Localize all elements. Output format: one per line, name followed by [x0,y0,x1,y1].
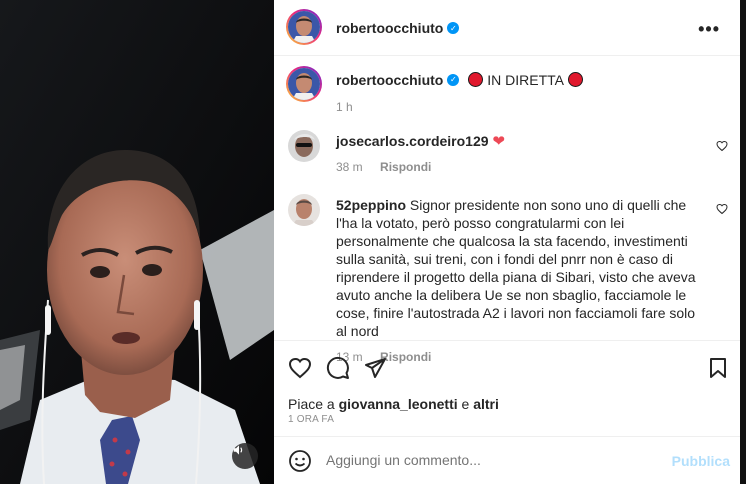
caption-verified-badge-icon: ✓ [447,73,460,86]
avatar[interactable] [288,11,320,43]
live-dot-icon [568,72,584,88]
like-comment-heart-icon[interactable] [716,203,728,215]
comment-text: ❤ [492,133,505,150]
window-edge [740,0,746,484]
comment-avatar-image [288,130,320,162]
caption-text: IN DIRETTA [487,72,564,88]
comment-username[interactable]: josecarlos.cordeiro129 [336,133,489,149]
verified-badge-icon: ✓ [447,22,460,35]
post-date: 1 ORA FA [288,414,335,425]
header-username[interactable]: robertoocchiuto ✓ [336,20,460,36]
likes-user[interactable]: giovanna_leonetti [339,396,458,412]
likes-conj: e [461,396,470,412]
publish-button[interactable]: Pubblica [672,453,730,469]
comment-avatar[interactable] [288,130,320,162]
save-bookmark-icon[interactable] [706,356,730,380]
post-header: robertoocchiuto ✓ ••• [274,0,740,56]
comment-input[interactable] [326,452,646,468]
speaker-icon [233,445,243,455]
caption-avatar-image [288,68,320,100]
comment-avatar-image [288,194,320,226]
comment-bubble-icon[interactable] [326,356,350,380]
comment-item: 52peppino Signor presidente non sono uno… [288,194,728,364]
like-comment-heart-icon[interactable] [716,140,728,152]
comment-body: josecarlos.cordeiro129 ❤ 38 m Rispondi [336,132,706,176]
comment-text: Signor presidente non sono uno di quelli… [336,197,696,339]
like-heart-icon[interactable] [288,356,312,380]
comment-time: 38 m [336,160,363,174]
comment-item: josecarlos.cordeiro129 ❤ 38 m Rispondi [288,130,728,175]
likes-summary: Piace a giovanna_leonetti e altri [288,396,499,412]
share-paper-plane-icon[interactable] [363,356,387,380]
header-username-text[interactable]: robertoocchiuto [336,20,443,36]
likes-others[interactable]: altri [473,396,499,412]
caption-avatar[interactable] [288,68,320,100]
post-panel: robertoocchiuto ✓ ••• robertoocchiuto ✓ IN… [274,0,746,484]
audio-toggle-button[interactable] [232,443,258,469]
emoji-icon[interactable] [288,449,312,473]
caption-time: 1 h [336,100,353,114]
comment-avatar[interactable] [288,194,320,226]
avatar-image [288,11,320,43]
live-dot-icon [467,72,483,88]
reply-button[interactable]: Rispondi [380,160,431,174]
more-options-icon[interactable]: ••• [698,19,720,40]
live-video[interactable] [0,0,274,484]
caption: robertoocchiuto ✓ IN DIRETTA 1 h [336,72,726,114]
post-actions: Piace a giovanna_leonetti e altri 1 ORA … [274,340,740,436]
video-frame [0,0,274,484]
caption-username[interactable]: robertoocchiuto [336,72,443,88]
add-comment-bar: Pubblica [274,436,740,484]
comment-username[interactable]: 52peppino [336,197,406,213]
comment-meta: 38 m Rispondi [336,158,706,176]
likes-prefix: Piace a [288,396,335,412]
